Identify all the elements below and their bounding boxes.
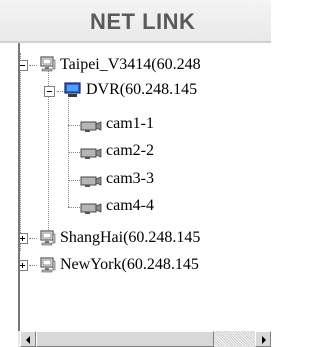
panel-header: NET LINK — [0, 0, 271, 43]
tree-item-label[interactable]: Taipei_V3414(60.248 — [60, 56, 201, 74]
tree-connector — [29, 265, 37, 266]
arrow-right-icon — [262, 336, 266, 344]
camera-icon — [80, 148, 102, 159]
net-link-panel: NET LINK Taipei_V3414(60.248 DVR(60.248.… — [0, 0, 271, 347]
tree-connector — [29, 238, 37, 239]
tree-item-label[interactable]: cam2-2 — [106, 142, 154, 160]
tree-connector — [29, 65, 37, 66]
arrow-left-icon — [26, 336, 30, 344]
tree-item-label[interactable]: cam1-1 — [106, 115, 154, 133]
tree-item-label[interactable]: cam3-3 — [106, 170, 154, 188]
site-computer-icon — [40, 230, 56, 246]
device-tree[interactable]: Taipei_V3414(60.248 DVR(60.248.145 cam1-… — [18, 43, 271, 331]
tree-item-label[interactable]: NewYork(60.248.145 — [60, 256, 199, 274]
tree-connector — [68, 152, 80, 153]
site-computer-icon — [40, 257, 56, 273]
site-computer-icon — [40, 56, 56, 72]
scroll-thumb[interactable] — [36, 331, 214, 347]
camera-icon — [80, 121, 102, 132]
panel-title: NET LINK — [90, 9, 196, 34]
tree-connector — [68, 207, 80, 208]
tree-connector — [68, 180, 80, 181]
collapse-toggle-dvr[interactable] — [44, 86, 55, 97]
tree-item-label[interactable]: DVR(60.248.145 — [86, 81, 197, 99]
tree-connector — [68, 125, 80, 126]
collapse-toggle-taipei[interactable] — [20, 60, 28, 71]
expand-toggle-shanghai[interactable] — [20, 233, 28, 244]
dvr-monitor-icon — [64, 82, 81, 97]
tree-connector — [20, 53, 21, 251]
scroll-right-button[interactable] — [255, 331, 271, 347]
tree-item-label[interactable]: cam4-4 — [106, 197, 154, 215]
scroll-left-button[interactable] — [20, 331, 36, 347]
tree-item-label[interactable]: ShangHai(60.248.145 — [60, 229, 200, 247]
horizontal-scrollbar[interactable] — [18, 331, 271, 347]
expand-toggle-newyork[interactable] — [20, 260, 28, 271]
camera-icon — [80, 203, 102, 214]
camera-icon — [80, 176, 102, 187]
